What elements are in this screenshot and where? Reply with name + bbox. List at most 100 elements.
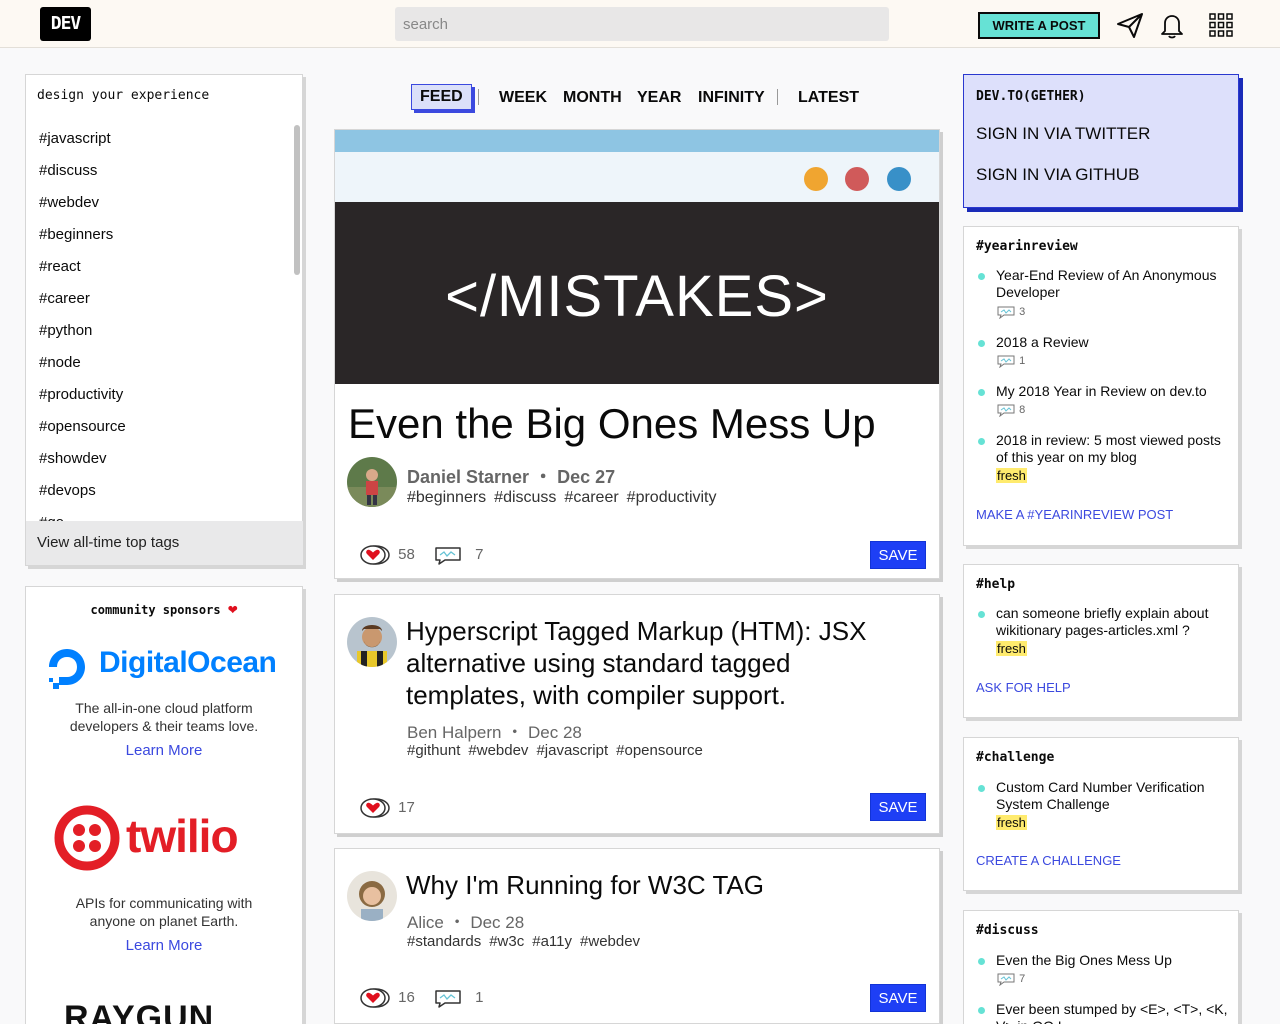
post-tag[interactable]: #opensource	[616, 742, 703, 759]
twilio-learn-more-link[interactable]: Learn More	[26, 937, 302, 954]
post-tag[interactable]: #beginners	[407, 489, 486, 506]
post-tag[interactable]: #webdev	[468, 742, 528, 759]
sidebar-tag[interactable]: #python	[26, 315, 296, 347]
fresh-badge: fresh	[996, 468, 1027, 483]
post-date: Dec 27	[557, 467, 616, 487]
sidebar-tag[interactable]: #beginners	[26, 219, 296, 251]
sidebar-tag[interactable]: #react	[26, 251, 296, 283]
widget-cta-link[interactable]: CREATE A CHALLENGE	[976, 853, 1121, 868]
sidebar-tag[interactable]: #node	[26, 347, 296, 379]
post-tag[interactable]: #career	[564, 489, 618, 506]
post-author-meta: Daniel Starner ・ Dec 27	[407, 463, 615, 489]
avatar[interactable]	[347, 457, 397, 507]
comments-button[interactable]: 1	[433, 986, 484, 1010]
widget-item-title[interactable]: Even the Big Ones Mess Up	[996, 952, 1236, 969]
widget-cta-link[interactable]: ASK FOR HELP	[976, 680, 1071, 695]
post-tag[interactable]: #githunt	[407, 742, 460, 759]
save-button[interactable]: SAVE	[870, 793, 926, 821]
tab-month[interactable]: MONTH	[563, 84, 622, 112]
avatar[interactable]	[347, 617, 397, 667]
search-input[interactable]	[395, 7, 889, 41]
comment-icon	[997, 355, 1015, 369]
bullet-icon	[978, 340, 985, 347]
digitalocean-logo[interactable]: DigitalOcean	[44, 645, 289, 691]
sidebar-tag[interactable]: #opensource	[26, 411, 296, 443]
post-tags: #beginners #discuss #career #productivity	[407, 489, 725, 507]
post-tag[interactable]: #discuss	[494, 489, 556, 506]
widget-tag-title[interactable]: #challenge	[976, 750, 1054, 765]
comment-icon	[997, 973, 1015, 987]
tab-infinity[interactable]: INFINITY	[698, 84, 765, 112]
reactions-button[interactable]: 58	[360, 543, 415, 567]
widget-tag-title[interactable]: #discuss	[976, 923, 1039, 938]
reactions-button[interactable]: 16	[360, 986, 415, 1010]
bullet-icon	[978, 1007, 985, 1014]
post-author[interactable]: Alice	[407, 913, 444, 932]
heart-icon	[360, 798, 390, 818]
blue-dot-icon	[887, 167, 911, 191]
tab-week[interactable]: WEEK	[499, 84, 547, 112]
tag-list[interactable]: #javascript #discuss #webdev #beginners …	[26, 123, 296, 523]
widget-item-title[interactable]: Ever been stumped by <E>, <T>, <K, V> in…	[996, 1001, 1236, 1024]
digitalocean-description: The all-in-one cloud platform developers…	[26, 699, 302, 735]
avatar[interactable]	[347, 871, 397, 921]
post-tag[interactable]: #a11y	[532, 933, 572, 950]
fresh-badge: fresh	[996, 815, 1027, 830]
cover-top-bar	[335, 130, 939, 152]
sidebar-tag[interactable]: #showdev	[26, 443, 296, 475]
post-tag[interactable]: #w3c	[489, 933, 524, 950]
post-title[interactable]: Even the Big Ones Mess Up	[348, 400, 876, 448]
save-button[interactable]: SAVE	[870, 541, 926, 569]
post-title[interactable]: Why I'm Running for W3C TAG	[406, 869, 906, 901]
sidebar-tag[interactable]: #career	[26, 283, 296, 315]
sidebar-tag[interactable]: #webdev	[26, 187, 296, 219]
post-tag[interactable]: #productivity	[627, 489, 717, 506]
tags-sidebar: design your experience #javascript #disc…	[25, 74, 303, 566]
tag-widget-discuss: #discuss Even the Big Ones Mess Up 7 Eve…	[963, 910, 1239, 1024]
sign-in-github-link[interactable]: SIGN IN VIA GITHUB	[976, 165, 1139, 185]
widget-item-title[interactable]: Year-End Review of An Anonymous Develope…	[996, 267, 1236, 301]
comments-button[interactable]: 7	[433, 543, 484, 567]
sidebar-tag[interactable]: #discuss	[26, 155, 296, 187]
all-time-top-tags-link[interactable]: View all-time top tags	[26, 521, 303, 565]
notifications-icon[interactable]	[1157, 10, 1187, 40]
sidebar-tag[interactable]: #javascript	[26, 123, 296, 155]
widget-item-title[interactable]: 2018 a Review	[996, 334, 1236, 351]
post-tag[interactable]: #webdev	[580, 933, 640, 950]
tab-feed[interactable]: FEED	[411, 84, 472, 110]
post-tag[interactable]: #javascript	[536, 742, 608, 759]
comment-count: 1	[996, 353, 1025, 369]
apps-menu-icon[interactable]	[1206, 10, 1236, 40]
digitalocean-learn-more-link[interactable]: Learn More	[26, 742, 302, 759]
widget-cta-link[interactable]: MAKE A #YEARINREVIEW POST	[976, 507, 1173, 522]
widget-tag-title[interactable]: #help	[976, 577, 1015, 592]
dev-logo[interactable]: DEV	[40, 7, 91, 41]
reactions-button[interactable]: 17	[360, 796, 415, 820]
comments-count: 7	[475, 546, 484, 563]
raygun-logo[interactable]: RAYGUN	[64, 999, 214, 1024]
widget-item-title[interactable]: can someone briefly explain about wikiti…	[996, 605, 1236, 639]
post-author[interactable]: Ben Halpern	[407, 723, 502, 742]
sidebar-tag[interactable]: #devops	[26, 475, 296, 507]
post-cover-image[interactable]: </MISTAKES>	[335, 130, 939, 384]
connect-icon[interactable]	[1115, 10, 1145, 40]
widget-item-title[interactable]: Custom Card Number Verification System C…	[996, 779, 1236, 813]
widget-tag-title[interactable]: #yearinreview	[976, 239, 1078, 254]
tags-scrollbar[interactable]	[294, 125, 300, 275]
post-date: Dec 28	[527, 723, 582, 742]
widget-item-title[interactable]: My 2018 Year in Review on dev.to	[996, 383, 1236, 400]
tab-latest[interactable]: LATEST	[798, 84, 859, 112]
sidebar-tag[interactable]: #productivity	[26, 379, 296, 411]
sign-in-twitter-link[interactable]: SIGN IN VIA TWITTER	[976, 124, 1150, 144]
digitalocean-name: DigitalOcean	[99, 646, 277, 679]
tab-year[interactable]: YEAR	[637, 84, 681, 112]
post-tag[interactable]: #standards	[407, 933, 481, 950]
twilio-logo[interactable]: twilio	[54, 805, 274, 871]
post-author[interactable]: Daniel Starner	[407, 467, 529, 487]
twilio-name: twilio	[126, 810, 239, 862]
write-post-button[interactable]: WRITE A POST	[978, 12, 1100, 39]
widget-item-title[interactable]: 2018 in review: 5 most viewed posts of t…	[996, 432, 1236, 466]
save-button[interactable]: SAVE	[870, 984, 926, 1012]
post-title[interactable]: Hyperscript Tagged Markup (HTM): JSX alt…	[406, 615, 906, 711]
post-tags: #githunt #webdev #javascript #opensource	[407, 742, 711, 759]
